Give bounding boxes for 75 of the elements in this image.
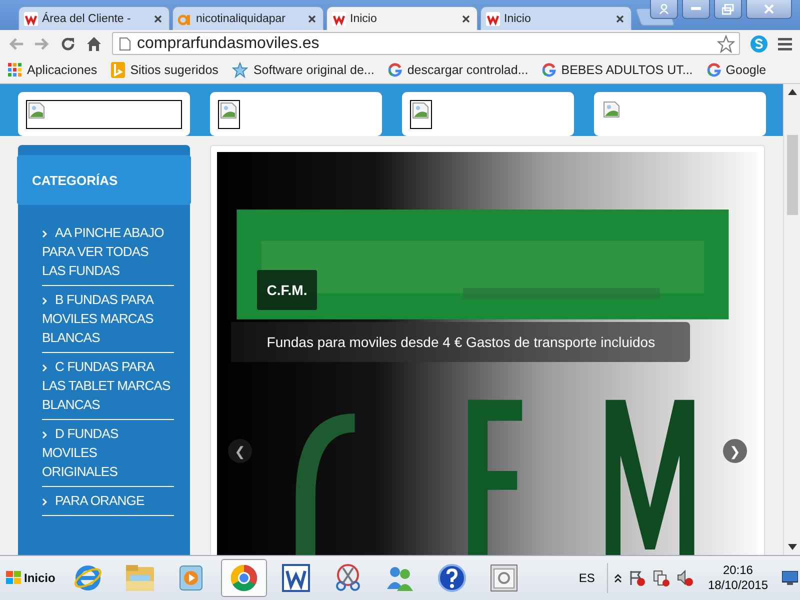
bookmark-link[interactable]: BEBES ADULTOS UT...: [542, 63, 693, 77]
close-icon[interactable]: [614, 12, 626, 24]
scroll-up-icon[interactable]: [788, 89, 796, 95]
google-icon: [388, 63, 402, 77]
chevron-icon: [42, 430, 47, 439]
minimize-icon: [691, 7, 701, 11]
broken-image-icon: [603, 101, 621, 119]
bookmark-link[interactable]: Sitios sugeridos: [111, 62, 218, 78]
site-logo-icon: [24, 12, 38, 26]
chevron-icon: [42, 230, 47, 238]
google-icon: [706, 63, 721, 77]
browser-tab[interactable]: Inicio: [480, 6, 632, 30]
close-icon[interactable]: [460, 12, 472, 24]
chevron-icon: [42, 364, 47, 372]
skype-icon[interactable]: [750, 34, 768, 52]
chevron-icon: [42, 296, 47, 305]
bookmark-link[interactable]: descargar controlad...: [388, 63, 528, 77]
browser-tab[interactable]: Inicio: [326, 6, 478, 30]
start-button[interactable]: Inicio: [2, 567, 60, 589]
window-icon: [489, 563, 520, 593]
category-link[interactable]: C FUNDAS PARA LAS TABLET MARCAS BLANCAS: [42, 353, 174, 420]
user-icon: [659, 4, 669, 14]
slide-title: C.F.M.: [256, 270, 318, 310]
bookmark-star-icon[interactable]: [717, 34, 735, 52]
address-bar[interactable]: comprarfundasmoviles.es: [112, 32, 740, 55]
site-logo-icon: [332, 12, 346, 26]
chrome-icon: [229, 563, 260, 593]
browser-tab[interactable]: Área del Cliente -: [18, 6, 170, 30]
reload-icon[interactable]: [60, 36, 76, 52]
close-icon: [764, 4, 774, 14]
close-icon[interactable]: [152, 12, 164, 24]
folder-icon: [124, 563, 156, 593]
category-link[interactable]: PARA ORANGE: [42, 487, 174, 516]
speaker-muted-icon[interactable]: [676, 569, 694, 587]
bing-icon: [111, 62, 126, 78]
flag-error-icon[interactable]: [628, 569, 646, 587]
scrollbar[interactable]: [783, 84, 800, 555]
page-icon: [119, 36, 131, 50]
show-desktop-icon[interactable]: [782, 571, 798, 585]
bookmark-link[interactable]: Software original de...: [232, 62, 374, 78]
language-indicator[interactable]: ES: [566, 563, 608, 593]
browser-tab[interactable]: nicotinaliquidapar: [172, 6, 324, 30]
clock[interactable]: 20:16 18/10/2015: [700, 563, 776, 593]
chevron-icon: [42, 498, 47, 506]
close-icon[interactable]: [306, 12, 318, 24]
bookmark-link[interactable]: Google: [706, 63, 766, 77]
broken-image-icon: [412, 102, 430, 120]
google-icon: [542, 63, 556, 77]
restore-icon: [722, 4, 734, 14]
scroll-down-icon[interactable]: [788, 544, 796, 550]
home-icon[interactable]: [86, 36, 102, 52]
star-icon: [232, 62, 248, 78]
show-hidden-icon[interactable]: [614, 573, 622, 583]
close-button[interactable]: [746, 0, 792, 19]
broken-image-icon: [220, 102, 238, 120]
slide-caption: Fundas para moviles desde 4 € Gastos de transporte incluidos: [230, 322, 690, 362]
apps-grid-icon: [8, 63, 22, 77]
menu-icon[interactable]: [778, 36, 792, 50]
category-link[interactable]: B FUNDAS PARA MOVILES MARCAS BLANCAS: [42, 286, 174, 353]
user-button[interactable]: [650, 0, 678, 19]
category-link[interactable]: AA PINCHE ABAJO PARA VER TODAS LAS FUNDAS: [42, 219, 174, 286]
maximize-button[interactable]: [714, 0, 742, 19]
broken-image-icon: [28, 102, 46, 120]
taskbar-app[interactable]: [221, 559, 268, 597]
document-icon: [282, 564, 310, 592]
network-error-icon[interactable]: [652, 569, 670, 587]
help-icon: [437, 563, 468, 593]
scroll-thumb[interactable]: [786, 135, 798, 215]
minimize-button[interactable]: [682, 0, 710, 19]
panel-heading: CATEGORÍAS: [17, 155, 191, 205]
bookmark-link[interactable]: Aplicaciones: [8, 63, 98, 77]
site-logo-icon: [486, 12, 500, 26]
category-link[interactable]: D FUNDAS MOVILES ORIGINALES: [42, 420, 174, 487]
browser-e-icon: [73, 563, 104, 593]
windows-logo-icon: [6, 571, 22, 585]
